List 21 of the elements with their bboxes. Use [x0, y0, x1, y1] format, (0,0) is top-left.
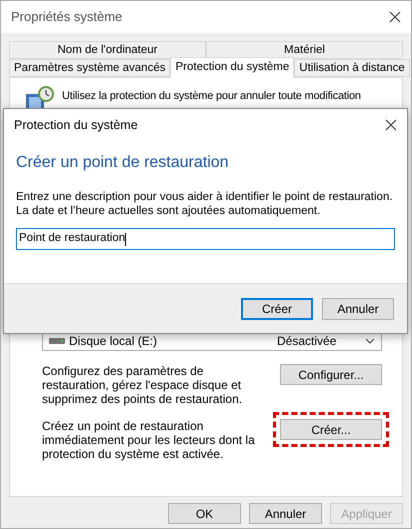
tab[interactable]: Matériel — [206, 41, 403, 59]
dialog-button[interactable]: OK — [168, 503, 241, 524]
dialog-button[interactable]: Annuler — [249, 503, 322, 524]
dialog-title: Protection du système — [14, 116, 138, 134]
action-description: Configurez des paramètres de restauration, gérez l'espace disque et supprimez des points de restauration. — [42, 364, 244, 406]
tab[interactable]: Utilisation à distance — [294, 59, 410, 77]
intro-text: Utilisez la protection du système pour annuler toute modification — [62, 89, 361, 104]
action-button[interactable]: Créer... — [280, 419, 382, 440]
tab[interactable]: Nom de l'ordinateur — [9, 41, 206, 59]
drive-name: Disque local (E:) — [69, 332, 158, 350]
window-title: Propriétés système — [11, 8, 122, 26]
dialog-button[interactable]: Annuler — [322, 298, 394, 320]
tab[interactable]: Protection du système — [170, 57, 294, 78]
dialog-description: Entrez une description pour vous aider à identifier le point de restauration. La date et l’heure actuelles sont ajoutées automatiquement. — [16, 190, 394, 218]
tab[interactable]: Paramètres système avancés — [9, 59, 170, 77]
drive-status: Désactivée — [277, 332, 338, 350]
action-description: Créez un point de restauration immédiatement pour les lecteurs dont la protection du système est activée. — [42, 419, 256, 461]
description-input[interactable]: Point de restauration — [16, 228, 395, 250]
dialog-heading: Créer un point de restauration — [16, 153, 230, 173]
dialog-button[interactable]: Créer — [241, 298, 313, 320]
action-button[interactable]: Configurer... — [280, 364, 382, 385]
